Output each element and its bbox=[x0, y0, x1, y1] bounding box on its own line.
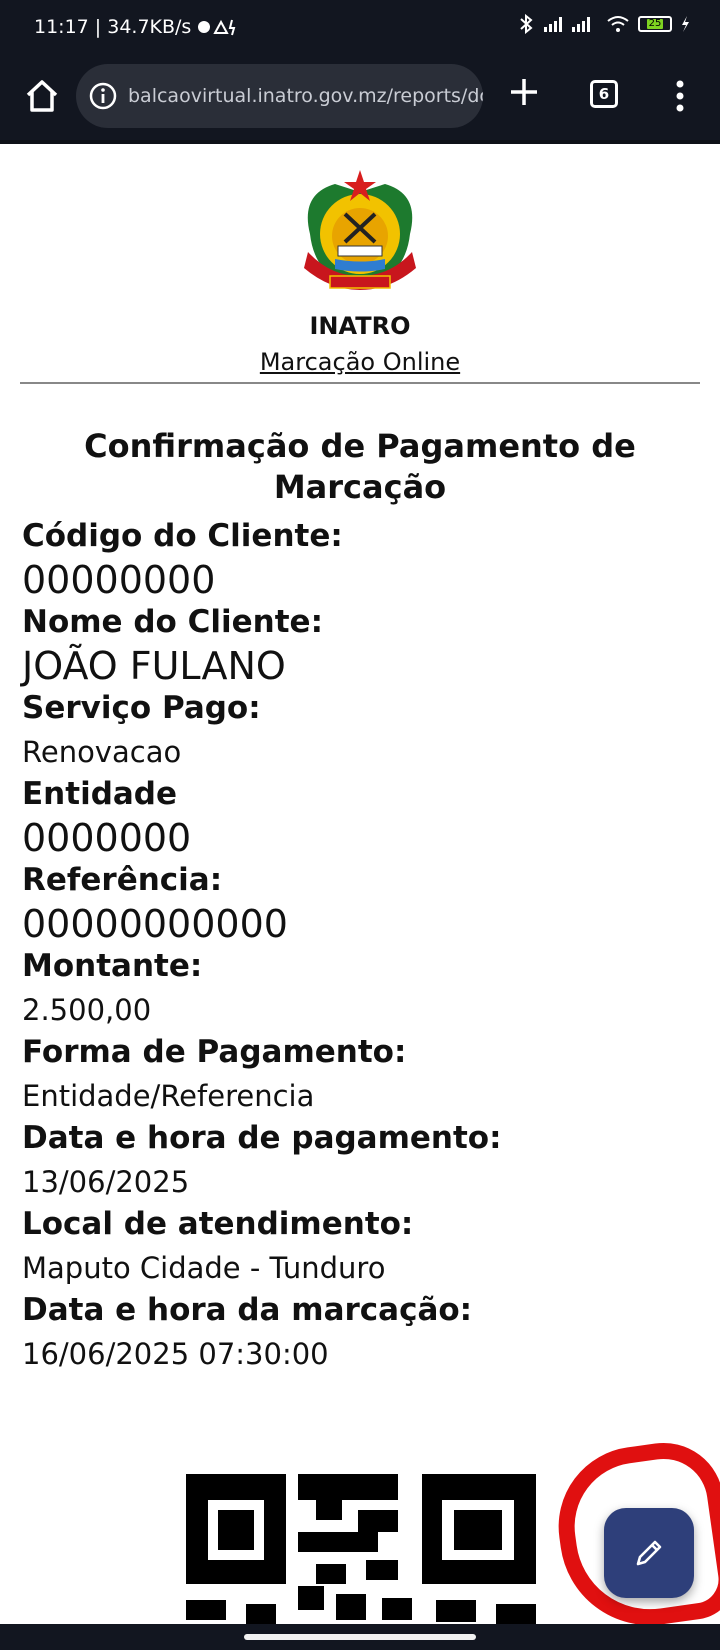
subtitle-text[interactable]: Marcação Online bbox=[260, 348, 460, 376]
field-value: 00000000 bbox=[22, 558, 216, 602]
status-bar: 11:17 | 34.7KB/s 25 bbox=[0, 0, 720, 56]
field-client-code: Código do Cliente: 00000000 bbox=[22, 516, 702, 604]
field-value: 0000000 bbox=[22, 816, 192, 860]
field-client-name: Nome do Cliente: JOÃO FULANO bbox=[22, 602, 702, 690]
more-vert-icon[interactable] bbox=[670, 76, 690, 116]
field-label: Serviço Pago: bbox=[22, 690, 261, 726]
url-text[interactable]: balcaovirtual.inatro.gov.mz/reports/dc bbox=[128, 85, 483, 107]
field-value: 13/06/2025 bbox=[22, 1165, 190, 1199]
status-right: 25 bbox=[518, 14, 690, 34]
report-page: INATRO Marcação Online Confirmação de Pa… bbox=[0, 144, 720, 1650]
wifi-icon bbox=[607, 16, 629, 32]
status-left: 11:17 | 34.7KB/s bbox=[34, 16, 237, 38]
subtitle-link[interactable]: Marcação Online bbox=[0, 348, 720, 376]
field-label: Montante: bbox=[22, 948, 203, 984]
gesture-nav-bar bbox=[0, 1624, 720, 1650]
field-service: Serviço Pago: Renovacao bbox=[22, 688, 702, 776]
field-reference: Referência: 00000000000 bbox=[22, 860, 702, 948]
address-bar[interactable]: balcaovirtual.inatro.gov.mz/reports/dc bbox=[76, 64, 483, 128]
field-payment-date: Data e hora de pagamento: 13/06/2025 bbox=[22, 1118, 702, 1206]
field-appointment-date: Data e hora da marcação: 16/06/2025 07:3… bbox=[22, 1290, 702, 1378]
tab-count: 6 bbox=[598, 85, 610, 103]
plus-icon[interactable] bbox=[506, 74, 542, 110]
field-label: Data e hora de pagamento: bbox=[22, 1120, 502, 1156]
status-time-speed: 11:17 | 34.7KB/s bbox=[34, 16, 192, 38]
field-value: 16/06/2025 07:30:00 bbox=[22, 1337, 329, 1371]
home-icon[interactable] bbox=[22, 76, 62, 116]
bluetooth-icon bbox=[520, 14, 533, 34]
coat-of-arms-icon bbox=[304, 170, 416, 290]
field-value: Renovacao bbox=[22, 735, 182, 769]
field-label: Forma de Pagamento: bbox=[22, 1034, 407, 1070]
field-label: Nome do Cliente: bbox=[22, 604, 323, 640]
field-location: Local de atendimento: Maputo Cidade - Tu… bbox=[22, 1204, 702, 1292]
field-amount: Montante: 2.500,00 bbox=[22, 946, 702, 1034]
field-label: Referência: bbox=[22, 862, 223, 898]
field-payment-method: Forma de Pagamento: Entidade/Referencia bbox=[22, 1032, 702, 1120]
field-value: Maputo Cidade - Tunduro bbox=[22, 1251, 386, 1285]
info-icon[interactable] bbox=[88, 81, 118, 111]
document-title: Confirmação de Pagamento de Marcação bbox=[84, 427, 636, 506]
field-label: Data e hora da marcação: bbox=[22, 1292, 473, 1328]
field-value: Entidade/Referencia bbox=[22, 1079, 315, 1113]
pencil-icon bbox=[636, 1540, 662, 1566]
edit-fab-button[interactable] bbox=[604, 1508, 694, 1598]
battery-level: 25 bbox=[646, 18, 664, 29]
battery-icon: 25 bbox=[638, 16, 672, 32]
field-label: Entidade bbox=[22, 776, 178, 812]
charging-icon bbox=[682, 16, 689, 32]
org-name: INATRO bbox=[309, 312, 411, 340]
field-label: Local de atendimento: bbox=[22, 1206, 414, 1242]
home-gesture-handle[interactable] bbox=[244, 1634, 476, 1640]
field-label: Código do Cliente: bbox=[22, 518, 343, 554]
payment-details: Código do Cliente: 00000000 Nome do Clie… bbox=[22, 516, 702, 1376]
field-value: 00000000000 bbox=[22, 902, 288, 946]
header-divider bbox=[20, 382, 700, 384]
field-value: JOÃO FULANO bbox=[22, 644, 286, 688]
browser-toolbar: balcaovirtual.inatro.gov.mz/reports/dc 6 bbox=[0, 56, 720, 140]
notification-icon bbox=[198, 19, 236, 36]
tab-switcher-button[interactable]: 6 bbox=[590, 80, 618, 108]
field-entity: Entidade 0000000 bbox=[22, 774, 702, 862]
field-value: 2.500,00 bbox=[22, 993, 152, 1027]
signal-icon bbox=[544, 17, 590, 32]
